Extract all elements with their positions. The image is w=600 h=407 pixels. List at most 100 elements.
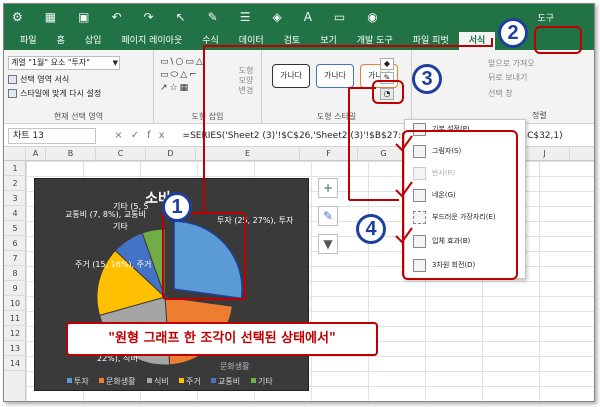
chart-elements-combo[interactable]: 계열 "1월" 요소 "투자" ▼ (8, 56, 120, 70)
legend-swatch (251, 378, 256, 383)
tab-power-pivot[interactable]: 파일 피벗 (403, 32, 459, 50)
column-header[interactable]: A (26, 147, 46, 161)
row-header[interactable]: 2 (4, 176, 26, 191)
bring-forward-button[interactable]: 앞으로 가져오 (488, 58, 535, 69)
shape-styles-label: 도형 스타일 (316, 112, 357, 121)
step-3-badge: 3 (412, 64, 442, 94)
shape-fill-button[interactable]: ◆ (380, 58, 394, 70)
column-header[interactable]: C (96, 147, 146, 161)
selection-pane-button[interactable]: 선택 창 (488, 88, 513, 99)
format-selection-label: 선택 영역 서식 (20, 75, 70, 84)
tab-page-layout[interactable]: 페이지 레이아웃 (111, 32, 192, 50)
row-header[interactable]: 9 (4, 281, 26, 296)
column-header[interactable]: F (300, 147, 358, 161)
change-shape-button[interactable]: 도형 모양 변경 (234, 66, 258, 96)
reset-style-button[interactable]: 스타일에 맞게 다시 설정 (8, 88, 101, 99)
settings-icon[interactable]: ⚙ (12, 10, 23, 24)
row-header[interactable]: 5 (4, 221, 26, 236)
instruction-caption: "원형 그래프 한 조각이 선택된 상태에서" (66, 322, 378, 356)
undo-icon[interactable]: ↶ (111, 10, 121, 24)
chart-filter-icon[interactable]: ▼ (318, 234, 338, 254)
send-backward-button[interactable]: 뒤로 보내기 (488, 72, 527, 83)
tab-view[interactable]: 보기 (310, 32, 347, 50)
cancel-icon[interactable]: × (114, 130, 130, 141)
name-box[interactable]: 차트 13 (8, 127, 97, 144)
highlight-format-tab (534, 26, 582, 54)
row-header[interactable]: 6 (4, 236, 26, 251)
tab-format[interactable]: 서식 (458, 32, 496, 50)
row-header[interactable]: 13 (4, 341, 26, 356)
format-selection-button[interactable]: 선택 영역 서식 (8, 74, 69, 85)
reset-style-label: 스타일에 맞게 다시 설정 (20, 89, 102, 98)
chart-elements-value: 계열 "1월" 요소 "투자" (11, 58, 90, 67)
highlight-effects-menu (402, 130, 518, 280)
row-header[interactable]: 11 (4, 311, 26, 326)
legend-entry[interactable]: 투자 (74, 377, 89, 386)
tab-developer[interactable]: 개발 도구 (347, 32, 403, 50)
font-color-icon[interactable]: A (304, 10, 312, 24)
highlight-effects-button (372, 80, 404, 104)
row-header[interactable]: 12 (4, 326, 26, 341)
label-housing: 주거 (15, 16%), 주거 (75, 260, 151, 269)
formula-input[interactable]: =SERIES('Sheet2 (3)'!$C$26,'Sheet2 (3)'!… (183, 131, 594, 141)
table-icon[interactable]: ▦ (45, 10, 56, 24)
tab-formulas[interactable]: 수식 (192, 32, 229, 50)
column-header[interactable]: J (520, 147, 570, 161)
group-current-selection: 계열 "1월" 요소 "투자" ▼ 선택 영역 서식 스타일에 맞게 다시 설정… (4, 50, 154, 124)
row-header[interactable]: 7 (4, 251, 26, 266)
tab-insert[interactable]: 삽입 (75, 32, 112, 50)
legend-swatch (99, 378, 104, 383)
chart-legend: 투자 문화생활 식비 주거 교통비 기타 (67, 376, 273, 386)
step-2-badge: 2 (498, 18, 528, 48)
chevron-down-icon: ▼ (112, 59, 118, 67)
legend-swatch (147, 378, 152, 383)
fx-icon[interactable]: fx (147, 130, 172, 141)
legend-entry[interactable]: 교통비 (218, 377, 240, 386)
bring-forward-label: 앞으로 가져오 (488, 59, 535, 68)
select-all-corner[interactable] (4, 147, 26, 161)
row-header[interactable]: 10 (4, 296, 26, 311)
enter-icon[interactable]: ✓ (131, 130, 147, 141)
style-preset-2[interactable]: 가나다 (316, 64, 354, 88)
label-other-2: 기타 (113, 222, 128, 231)
column-header[interactable]: B (46, 147, 96, 161)
row-header[interactable]: 4 (4, 206, 26, 221)
border-icon[interactable]: ☰ (240, 10, 251, 24)
legend-entry[interactable]: 기타 (258, 377, 273, 386)
cursor-icon[interactable]: ↖ (176, 10, 186, 24)
style-preset-1[interactable]: 가나다 (272, 64, 310, 88)
column-header[interactable]: D (146, 147, 196, 161)
label-culture: 문화생활 (220, 361, 250, 371)
legend-swatch (67, 378, 72, 383)
window-icon[interactable]: ▭ (334, 10, 345, 24)
tools-label: 도구 (537, 13, 554, 24)
tab-review[interactable]: 검토 (274, 32, 311, 50)
label-transport: 교통비 (7, 8%), 교통비 (65, 210, 146, 219)
row-header[interactable]: 14 (4, 356, 26, 371)
tab-file[interactable]: 파일 (10, 32, 47, 50)
legend-entry[interactable]: 식비 (154, 377, 169, 386)
selection-pane-label: 선택 창 (488, 89, 513, 98)
legend-entry[interactable]: 주거 (186, 377, 201, 386)
row-header[interactable]: 8 (4, 266, 26, 281)
redo-icon[interactable]: ↷ (144, 10, 154, 24)
tab-data[interactable]: 데이터 (229, 32, 274, 50)
shapes-gallery[interactable]: ▭\○▭△ ▭⬭△⌐ ↗☆▦ (160, 56, 230, 96)
row-header[interactable]: 1 (4, 161, 26, 176)
excel-window: ⚙ ▦ ▣ ↶ ↷ ↖ ✎ ☰ ◈ A ▭ ◉ 도구 파일 홈 삽입 페이지 레… (3, 3, 595, 402)
paint-icon[interactable]: ✎ (208, 10, 218, 24)
fill-color-icon[interactable]: ◈ (272, 10, 281, 24)
legend-entry[interactable]: 문화생활 (106, 376, 136, 386)
chart-styles-brush-icon[interactable]: ✎ (318, 206, 338, 226)
save-icon[interactable]: ▣ (78, 10, 89, 24)
column-header[interactable]: E (196, 147, 300, 161)
group-insert-shapes: ▭\○▭△ ▭⬭△⌐ ↗☆▦ 도형 모양 변경 도형 삽입 (154, 50, 262, 124)
chart-elements-plus-icon[interactable]: + (318, 178, 338, 198)
tab-home[interactable]: 홈 (47, 32, 75, 50)
format-icon (8, 75, 17, 84)
formula-controls: ×✓fx (114, 130, 172, 141)
row-header[interactable]: 3 (4, 191, 26, 206)
label-other: 기타 (5, 5 (113, 202, 149, 211)
camera-icon[interactable]: ◉ (367, 10, 377, 24)
current-selection-label: 현재 선택 영역 (53, 112, 104, 121)
